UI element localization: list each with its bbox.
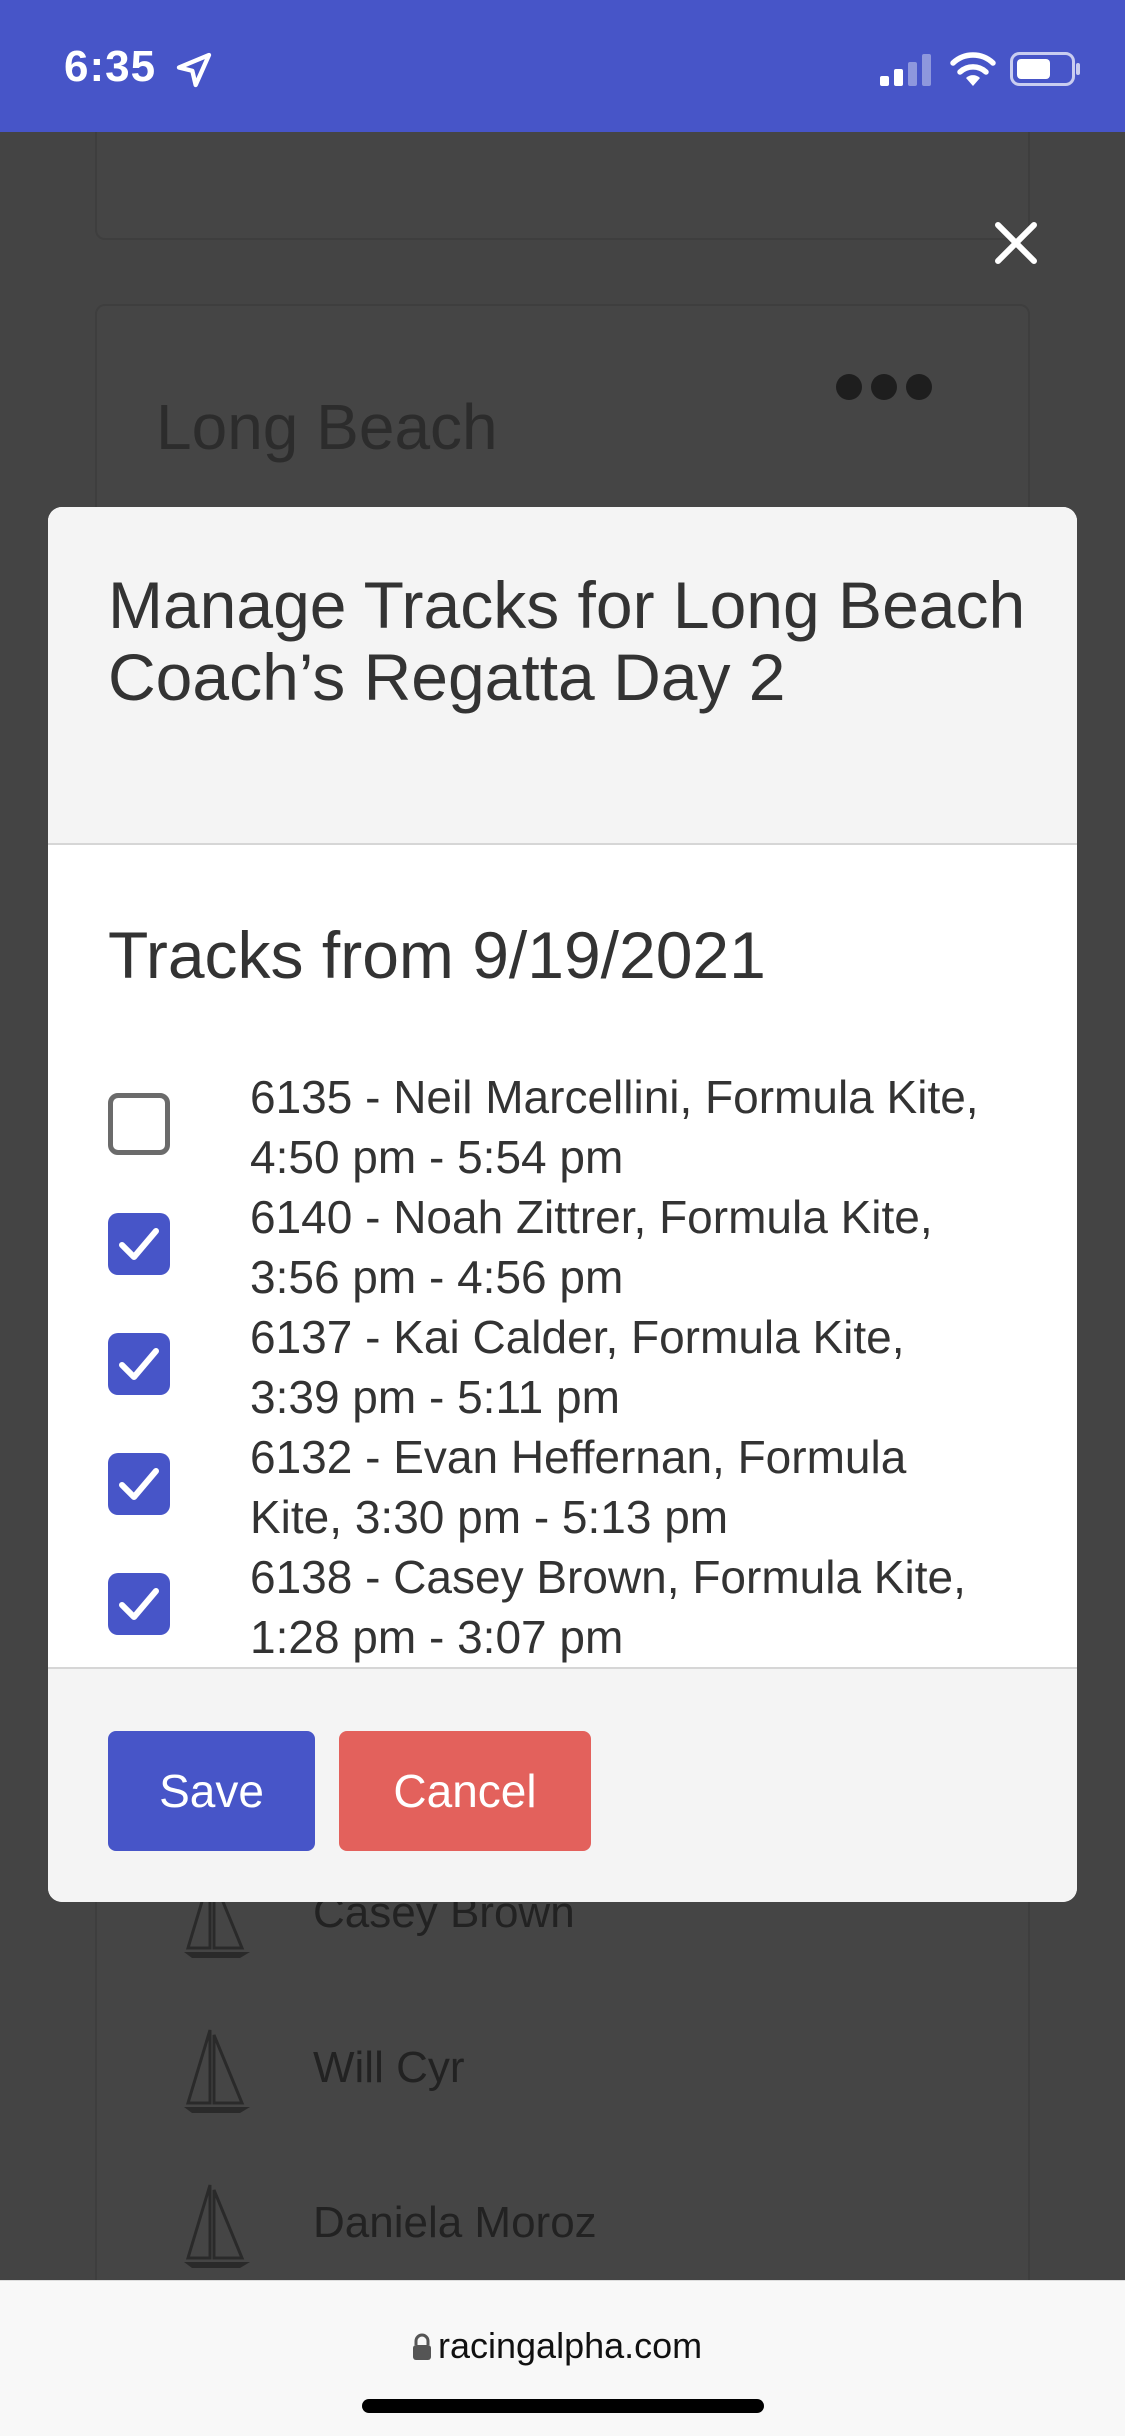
sailboat-icon — [184, 2184, 250, 2268]
home-indicator — [362, 2399, 764, 2413]
section-title: Tracks from 9/19/2021 — [108, 918, 766, 992]
close-icon[interactable] — [990, 217, 1042, 269]
status-time: 6:35 — [64, 42, 157, 91]
track-label: 6138 - Casey Brown, Formula Kite, 1:28 p… — [250, 1551, 966, 1663]
save-button[interactable]: Save — [108, 1731, 315, 1851]
track-item[interactable]: 6132 - Evan Heffernan, Formula Kite, 3:3… — [108, 1427, 1038, 1547]
background-card-top — [95, 132, 1030, 240]
track-item[interactable]: 6135 - Neil Marcellini, Formula Kite, 4:… — [108, 1067, 1038, 1187]
lock-icon — [413, 2333, 431, 2360]
track-label: 6140 - Noah Zittrer, Formula Kite, 3:56 … — [250, 1191, 933, 1303]
modal-body[interactable]: Tracks from 9/19/2021 6135 - Neil Marcel… — [48, 845, 1077, 1667]
checkmark-icon — [119, 1348, 159, 1380]
checkmark-icon — [119, 1468, 159, 1500]
location-arrow-icon — [176, 52, 212, 88]
track-item[interactable]: 6137 - Kai Calder, Formula Kite, 3:39 pm… — [108, 1307, 1038, 1427]
cancel-button[interactable]: Cancel — [339, 1731, 591, 1851]
signal-icon — [880, 54, 931, 86]
modal-footer: Save Cancel — [48, 1667, 1077, 1902]
url-text[interactable]: racingalpha.com — [438, 2325, 702, 2367]
background-person-row: Daniela Moroz — [180, 2180, 980, 2270]
track-item[interactable]: 6140 - Noah Zittrer, Formula Kite, 3:56 … — [108, 1187, 1038, 1307]
track-label: 6135 - Neil Marcellini, Formula Kite, 4:… — [250, 1071, 979, 1183]
status-bar: 6:35 — [0, 0, 1125, 132]
wifi-icon — [950, 52, 996, 86]
battery-icon — [1010, 52, 1080, 86]
track-checkbox[interactable] — [108, 1093, 170, 1155]
background-person-name: Daniela Moroz — [313, 2198, 597, 2247]
background-person-name: Will Cyr — [313, 2043, 465, 2092]
modal-title: Manage Tracks for Long Beach Coach’s Reg… — [108, 568, 1026, 714]
track-checkbox[interactable] — [108, 1333, 170, 1395]
track-label: 6132 - Evan Heffernan, Formula Kite, 3:3… — [250, 1431, 907, 1543]
track-item[interactable]: 6138 - Casey Brown, Formula Kite, 1:28 p… — [108, 1547, 1038, 1667]
more-icon[interactable] — [834, 372, 934, 402]
modal-header: Manage Tracks for Long Beach Coach’s Reg… — [48, 507, 1077, 845]
track-checkbox[interactable] — [108, 1213, 170, 1275]
manage-tracks-modal: Manage Tracks for Long Beach Coach’s Reg… — [48, 507, 1077, 1902]
checkmark-icon — [119, 1228, 159, 1260]
track-list: 6135 - Neil Marcellini, Formula Kite, 4:… — [108, 1067, 1038, 1667]
sailboat-icon — [184, 2029, 250, 2113]
background-person-row: Will Cyr — [180, 2025, 980, 2115]
background-title: Long Beach — [156, 391, 498, 463]
checkmark-icon — [119, 1588, 159, 1620]
track-checkbox[interactable] — [108, 1453, 170, 1515]
track-checkbox[interactable] — [108, 1573, 170, 1635]
track-label: 6137 - Kai Calder, Formula Kite, 3:39 pm… — [250, 1311, 905, 1423]
url-bar[interactable]: racingalpha.com — [0, 2280, 1125, 2436]
